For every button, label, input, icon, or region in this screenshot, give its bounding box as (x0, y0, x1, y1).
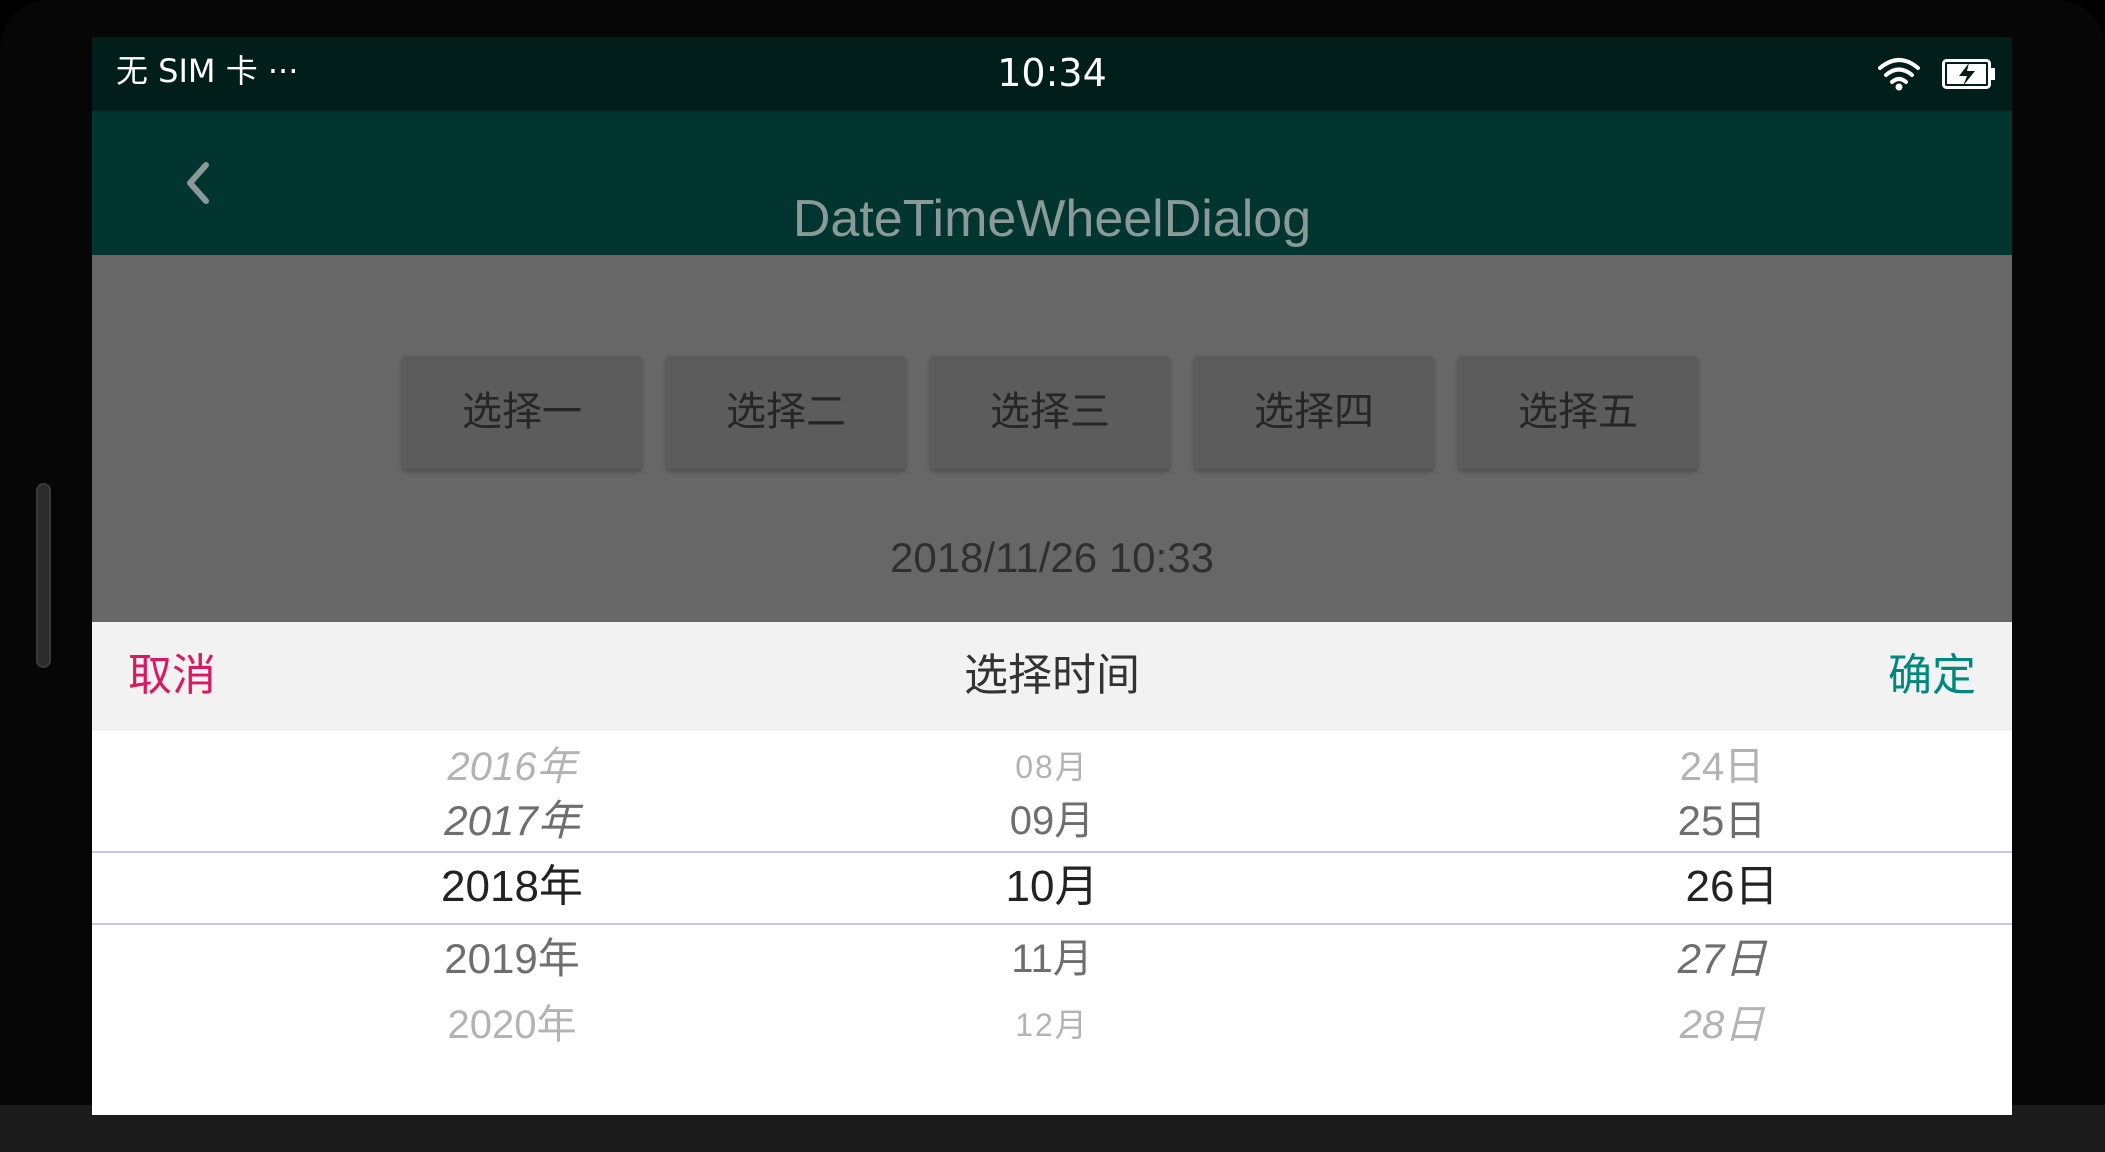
dialog-header: 取消 选择时间 确定 (92, 622, 2012, 731)
select-button-row: 选择一 选择二 选择三 选择四 选择五 (402, 356, 1702, 469)
day-wheel[interactable]: 24日 25日 26日 27日 28日 (1572, 731, 1872, 1115)
year-item[interactable]: 2020年 (302, 989, 722, 1061)
page-title: DateTimeWheelDialog (792, 190, 1312, 248)
device-side-button (36, 483, 51, 668)
year-item[interactable]: 2019年 (302, 923, 722, 995)
month-item[interactable]: 11月 (902, 923, 1202, 995)
battery-charging-icon (1942, 59, 1995, 89)
wheel-picker: 2016年 2017年 2018年 2019年 2020年 08月 09月 10… (92, 731, 2012, 1115)
select-five-button[interactable]: 选择五 (1458, 356, 1698, 469)
day-item[interactable]: 28日 (1572, 989, 1872, 1061)
screen: 无 SIM 卡 ··· 10:34 DateTimeWheelDialog 选择… (92, 37, 2012, 1115)
month-item[interactable]: 09月 (902, 785, 1202, 857)
select-one-button[interactable]: 选择一 (402, 356, 642, 469)
month-wheel[interactable]: 08月 09月 10月 11月 12月 (902, 731, 1202, 1115)
wifi-icon (1878, 58, 1920, 91)
year-item[interactable]: 2017年 (302, 785, 722, 857)
year-item-selected[interactable]: 2018年 (302, 851, 722, 923)
datetime-wheel-dialog: 取消 选择时间 确定 2016年 2017年 2018年 2019年 2020年… (92, 622, 2012, 1115)
day-item-selected[interactable]: 26日 (1582, 851, 1882, 923)
dialog-title: 选择时间 (964, 650, 1140, 701)
month-item-selected[interactable]: 10月 (902, 851, 1202, 923)
status-bar: 无 SIM 卡 ··· 10:34 (92, 37, 2012, 111)
main-content: 选择一 选择二 选择三 选择四 选择五 2018/11/26 10:33 (92, 255, 2012, 659)
day-item[interactable]: 27日 (1572, 923, 1872, 995)
status-time: 10:34 (997, 51, 1107, 95)
year-wheel[interactable]: 2016年 2017年 2018年 2019年 2020年 (302, 731, 722, 1115)
select-two-button[interactable]: 选择二 (666, 356, 906, 469)
month-item[interactable]: 12月 (902, 989, 1202, 1061)
select-four-button[interactable]: 选择四 (1194, 356, 1434, 469)
confirm-button[interactable]: 确定 (1888, 646, 1976, 706)
selected-datetime-text: 2018/11/26 10:33 (890, 534, 1214, 581)
select-three-button[interactable]: 选择三 (930, 356, 1170, 469)
day-item[interactable]: 25日 (1572, 785, 1872, 857)
device-frame: 无 SIM 卡 ··· 10:34 DateTimeWheelDialog 选择… (0, 0, 2105, 1152)
